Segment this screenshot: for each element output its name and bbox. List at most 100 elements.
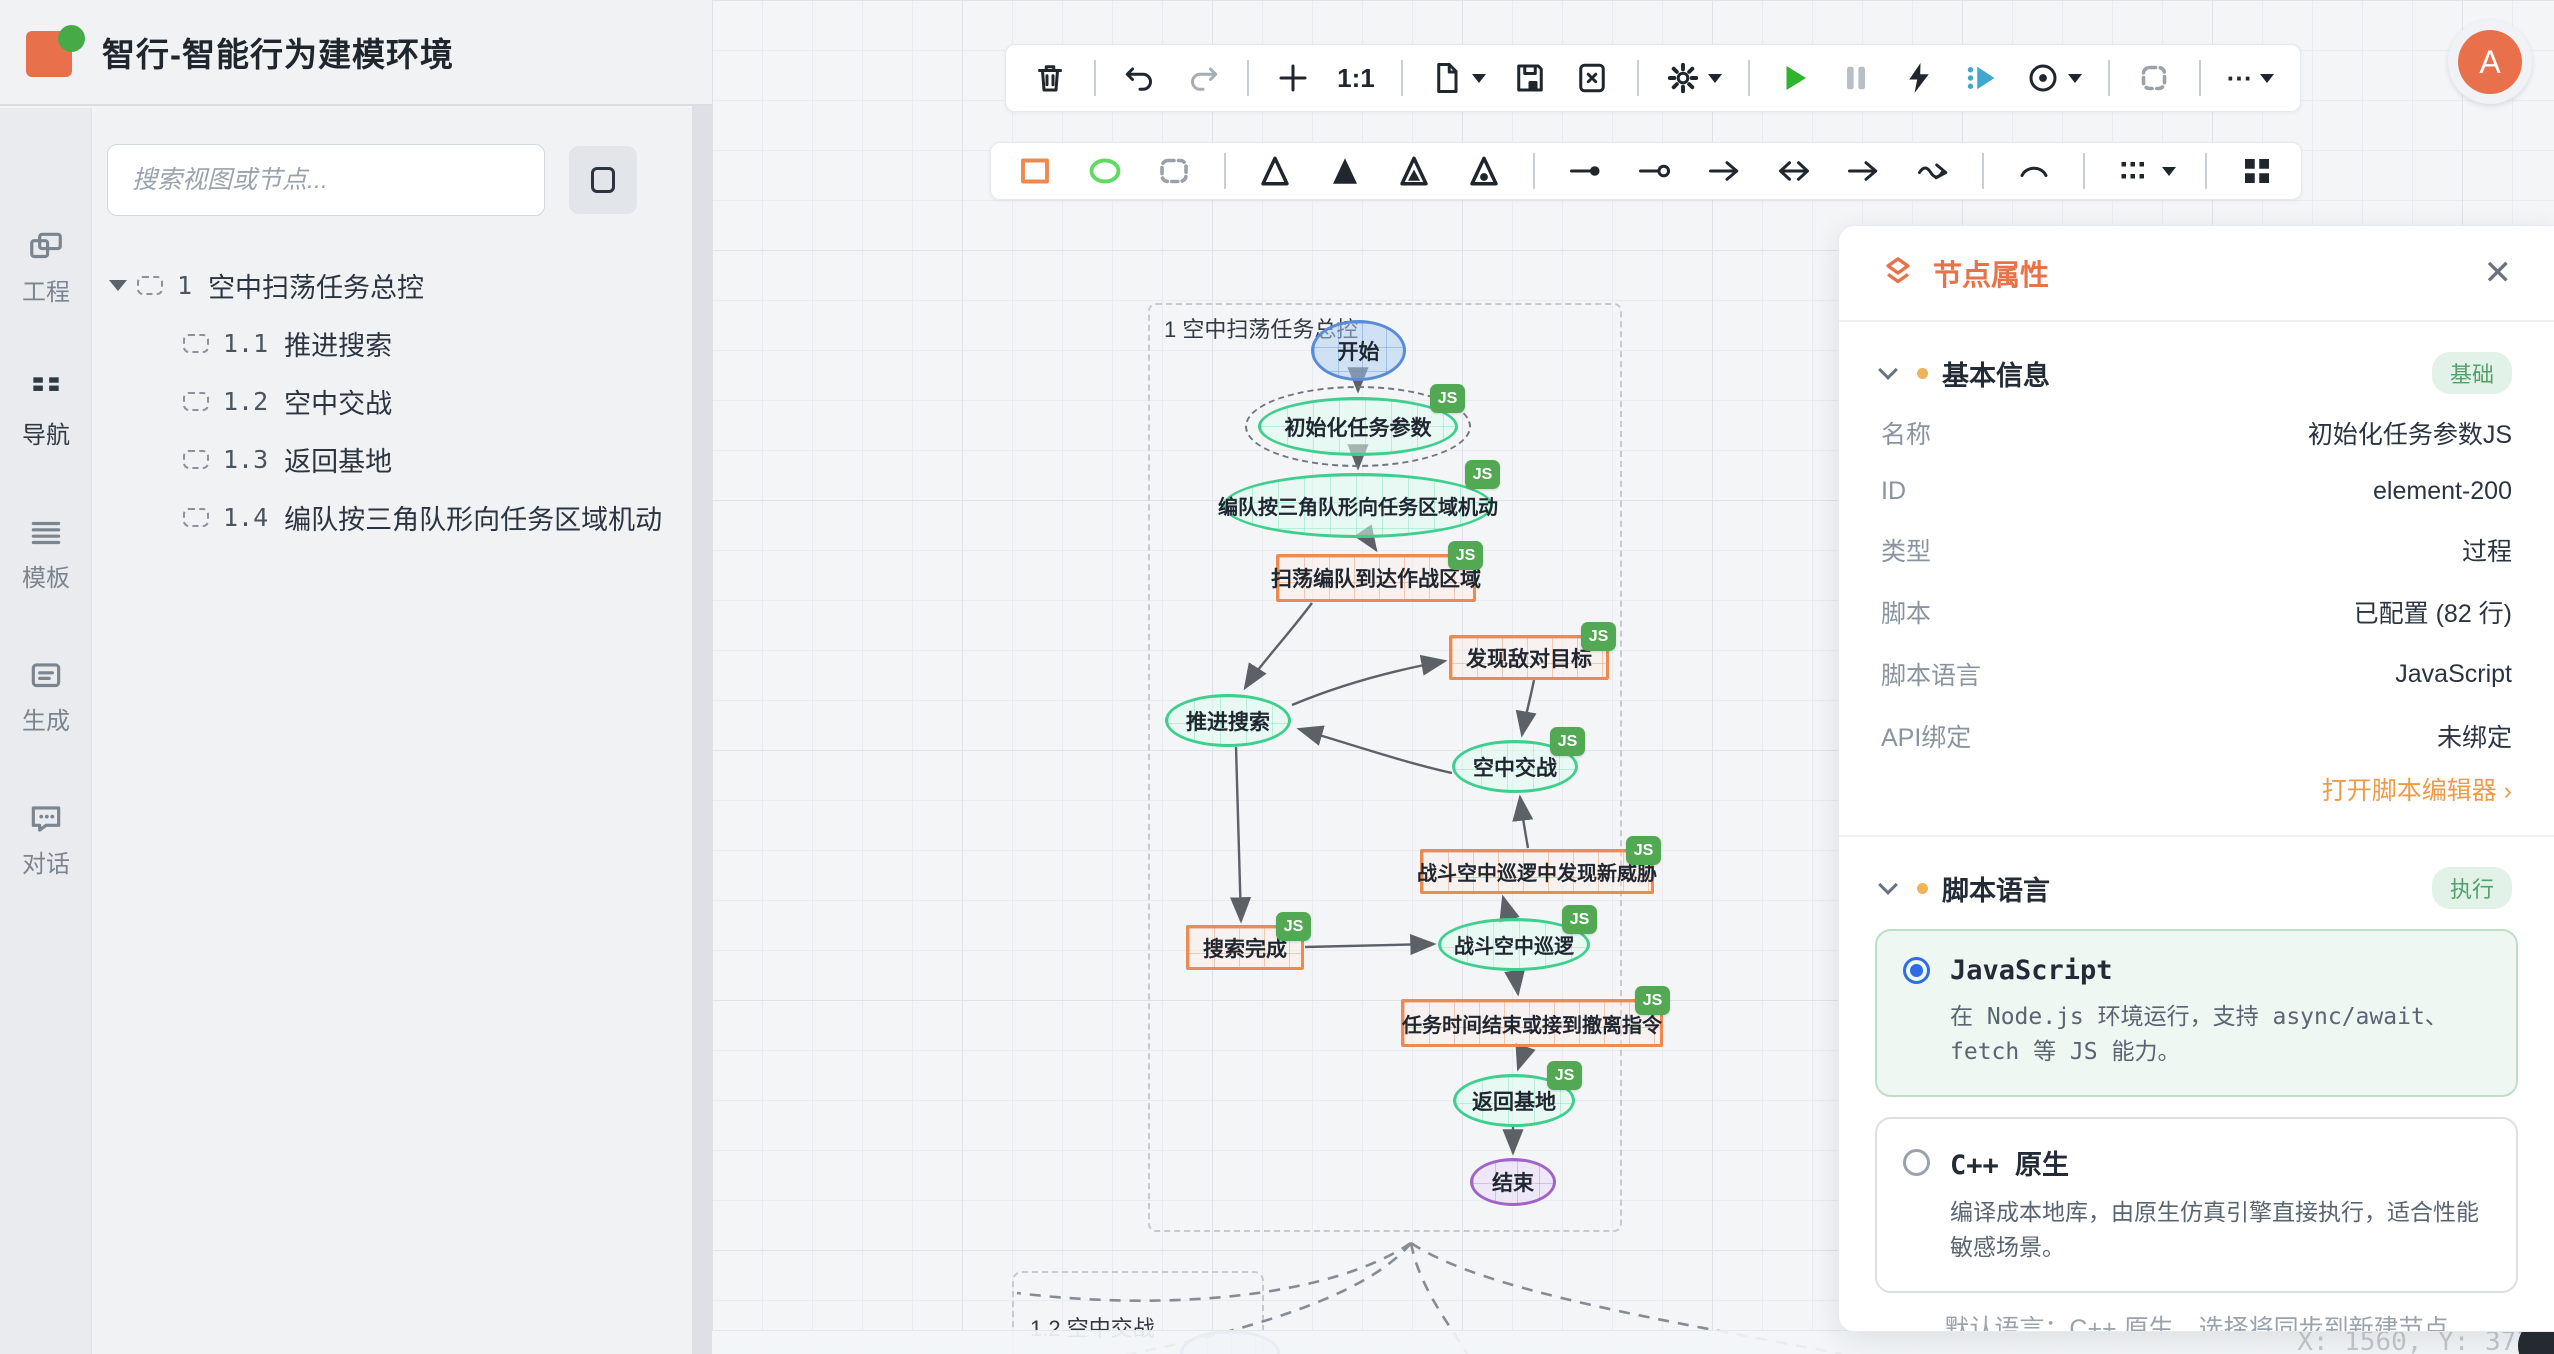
project-icon bbox=[27, 228, 65, 266]
pause-icon[interactable] bbox=[1838, 60, 1874, 96]
flash-run-icon[interactable] bbox=[1901, 60, 1937, 96]
property-row: 类型 过程 bbox=[1881, 519, 2512, 581]
property-label: 类型 bbox=[1881, 532, 1931, 568]
toolbar-divider bbox=[2108, 60, 2110, 96]
caret-down-icon bbox=[1472, 74, 1486, 83]
node-label: 空中交战 bbox=[1473, 752, 1557, 782]
node-shape-icon bbox=[183, 392, 209, 411]
flow-node-timeout[interactable]: 任务时间结束或接到撤离指令JS bbox=[1401, 999, 1663, 1047]
language-option-unselected[interactable]: C++ 原生编译成本地库，由原生仿真引擎直接执行，适合性能敏感场景。 bbox=[1875, 1117, 2518, 1293]
dots-grid-icon[interactable] bbox=[2115, 153, 2176, 189]
edge-arrow-icon[interactable] bbox=[1704, 153, 1744, 189]
zoom-one-to-one[interactable]: 1:1 bbox=[1337, 63, 1375, 94]
rect-shape-icon[interactable] bbox=[1015, 153, 1055, 189]
radio-icon[interactable] bbox=[1903, 1149, 1930, 1176]
search-input[interactable] bbox=[107, 144, 545, 216]
js-script-badge: JS bbox=[1276, 912, 1311, 941]
triangle-nested-icon[interactable] bbox=[1394, 153, 1434, 189]
view-tree: 1 空中扫荡任务总控 1.1推进搜索1.2空中交战 1.3 返回基地 1.4编队按三角… bbox=[93, 256, 692, 546]
edge-double-arrow-icon[interactable] bbox=[1774, 153, 1814, 189]
flow-node-end[interactable]: 结束 bbox=[1470, 1158, 1556, 1206]
caret-down-icon bbox=[2068, 74, 2082, 83]
flow-node-rtb[interactable]: 返回基地JS bbox=[1453, 1074, 1575, 1127]
js-script-badge: JS bbox=[1581, 622, 1616, 651]
collapse-caret-icon[interactable] bbox=[109, 280, 127, 291]
node-shape-icon bbox=[183, 508, 209, 527]
trash-icon[interactable] bbox=[1032, 60, 1068, 96]
sidebar-item-4[interactable]: 生成 bbox=[0, 657, 92, 736]
property-value: element-200 bbox=[2373, 477, 2512, 506]
node-shape-icon bbox=[591, 167, 615, 193]
sidebar-item-3[interactable]: 模板 bbox=[0, 514, 92, 593]
flow-node-engage[interactable]: 空中交战JS bbox=[1452, 740, 1578, 793]
edge-arrow2-icon[interactable] bbox=[1843, 153, 1883, 189]
tree-item[interactable]: 1.2空中交战 bbox=[93, 372, 692, 430]
status-bar: X: 1560, Y: 373 bbox=[712, 1330, 2554, 1354]
search-filter-button[interactable] bbox=[569, 146, 637, 214]
app-header: 智行-智能行为建模环境 bbox=[0, 0, 712, 106]
node-label: 开始 bbox=[1338, 336, 1380, 366]
plus-icon[interactable] bbox=[1275, 60, 1311, 96]
edge-dot-end-icon[interactable] bbox=[1565, 153, 1605, 189]
flow-node-search[interactable]: 推进搜索 bbox=[1165, 694, 1291, 747]
node-label: 战斗空中巡逻 bbox=[1454, 930, 1574, 959]
property-value: 过程 bbox=[2462, 532, 2512, 568]
section-title: 脚本语言 bbox=[1942, 869, 2050, 908]
step-run-icon[interactable] bbox=[1963, 60, 1999, 96]
sidebar-item-5[interactable]: 对话 bbox=[0, 800, 92, 879]
close-file-icon[interactable] bbox=[1574, 60, 1610, 96]
open-script-editor-link[interactable]: 打开脚本编辑器 bbox=[1881, 771, 2512, 807]
tree-item-number: 1.3 bbox=[223, 445, 268, 474]
tree-item[interactable]: 1.4编队按三角队形向任务区域机动 bbox=[93, 488, 692, 546]
undo-icon[interactable] bbox=[1122, 60, 1158, 96]
new-file-icon[interactable] bbox=[1429, 60, 1486, 96]
tree-item-label: 返回基地 bbox=[284, 440, 392, 479]
panel-divider bbox=[692, 0, 712, 1354]
edge-arc-icon[interactable] bbox=[2014, 153, 2054, 189]
tree-item-root[interactable]: 1 空中扫荡任务总控 bbox=[93, 256, 692, 314]
run-icon[interactable] bbox=[1776, 60, 1812, 96]
flow-node-start[interactable]: 开始 bbox=[1311, 320, 1406, 381]
flow-node-threat[interactable]: 战斗空中巡逻中发现新威胁JS bbox=[1420, 849, 1654, 894]
edge-circle-end-icon[interactable] bbox=[1634, 153, 1674, 189]
user-avatar[interactable]: A bbox=[2448, 20, 2532, 104]
tree-item-number: 1 bbox=[177, 271, 192, 300]
triangle-dot-icon[interactable] bbox=[1464, 153, 1504, 189]
settings-icon[interactable] bbox=[1665, 60, 1722, 96]
flow-node-patrol[interactable]: 战斗空中巡逻JS bbox=[1438, 918, 1590, 971]
section-script-language[interactable]: 脚本语言 执行 bbox=[1881, 867, 2512, 909]
sidebar-item-2[interactable]: 导航 bbox=[0, 371, 92, 450]
tree-item[interactable]: 1.3 返回基地 bbox=[93, 430, 692, 488]
tree-item[interactable]: 1.1推进搜索 bbox=[93, 314, 692, 372]
triangle-icon[interactable] bbox=[1255, 153, 1295, 189]
save-icon[interactable] bbox=[1512, 60, 1548, 96]
dashed-frame-icon[interactable] bbox=[1154, 153, 1194, 189]
frame-select-icon[interactable] bbox=[2136, 60, 2172, 96]
section-basic-info[interactable]: 基本信息 基础 bbox=[1881, 352, 2512, 394]
four-squares-icon[interactable] bbox=[2237, 153, 2277, 189]
language-option-selected[interactable]: JavaScript在 Node.js 环境运行，支持 async/await、… bbox=[1875, 929, 2518, 1097]
radio-icon[interactable] bbox=[1903, 957, 1930, 984]
close-icon[interactable]: ✕ bbox=[2484, 256, 2513, 290]
triangle-filled-icon[interactable] bbox=[1325, 153, 1365, 189]
app-title: 智行-智能行为建模环境 bbox=[102, 28, 454, 76]
redo-icon[interactable] bbox=[1185, 60, 1221, 96]
flow-node-arrive[interactable]: 扫荡编队到达作战区域JS bbox=[1276, 554, 1476, 602]
flow-node-done[interactable]: 搜索完成JS bbox=[1186, 925, 1304, 970]
node-shape-icon bbox=[183, 334, 209, 353]
more-icon[interactable]: ··· bbox=[2227, 63, 2274, 94]
toolbar-divider bbox=[1748, 60, 1750, 96]
ellipse-shape-icon[interactable] bbox=[1085, 153, 1125, 189]
chevron-down-icon bbox=[1878, 360, 1898, 380]
flow-node-formation[interactable]: 编队按三角队形向任务区域机动JS bbox=[1223, 473, 1493, 538]
node-label: 战斗空中巡逻中发现新威胁 bbox=[1417, 857, 1657, 886]
edge-wavy-arrow-icon[interactable] bbox=[1913, 153, 1953, 189]
flow-node-detect[interactable]: 发现敌对目标JS bbox=[1449, 635, 1609, 680]
node-properties-icon bbox=[1881, 256, 1915, 290]
language-name: JavaScript bbox=[1950, 955, 2113, 986]
sidebar-item-1[interactable]: 工程 bbox=[0, 228, 92, 307]
js-script-badge: JS bbox=[1547, 1061, 1582, 1090]
flow-node-init[interactable]: 初始化任务参数JS bbox=[1258, 397, 1458, 456]
tree-item-number: 1.2 bbox=[223, 387, 268, 416]
record-icon[interactable] bbox=[2025, 60, 2082, 96]
